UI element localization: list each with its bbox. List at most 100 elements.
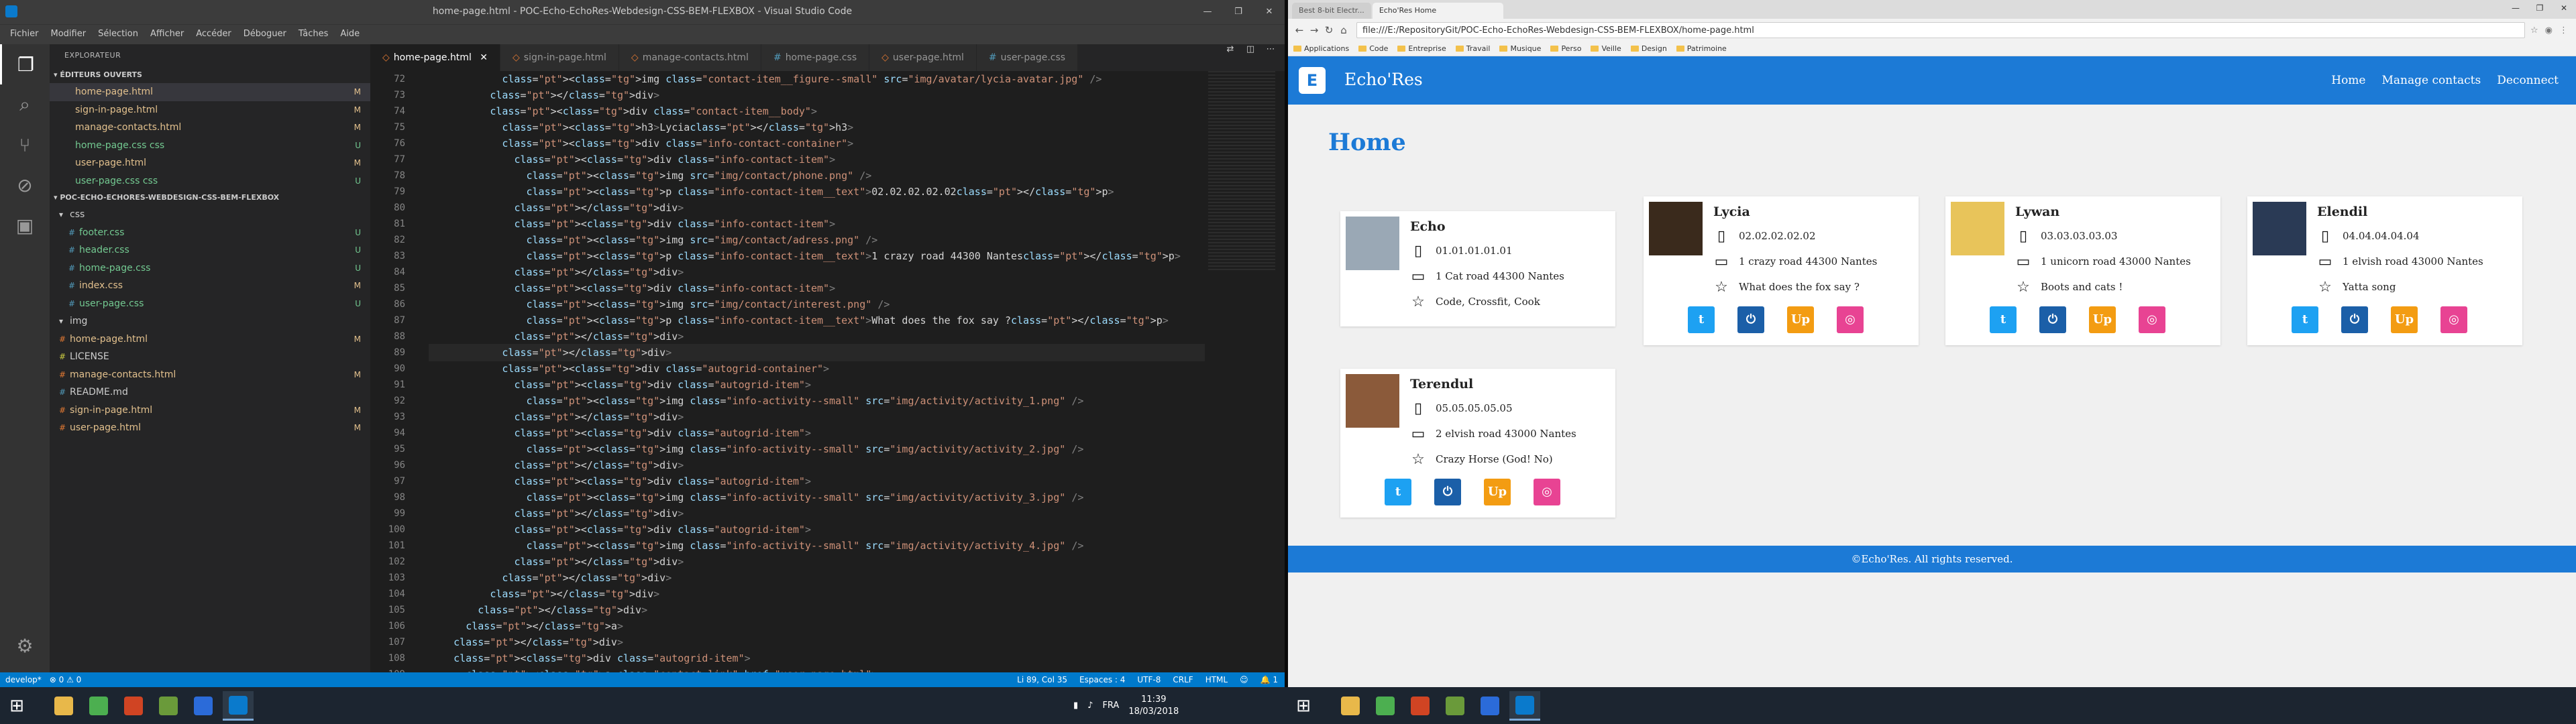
minimize-button[interactable]: — (1192, 0, 1223, 24)
code-line[interactable]: class="pt"><class="tg">div class="autogr… (429, 425, 1204, 441)
compare-icon[interactable]: ⇄ (1220, 44, 1240, 71)
explorer-icon[interactable]: ❐ (0, 44, 50, 84)
code-line[interactable]: class="pt"><class="tg">h3>Lyciaclass="pt… (429, 119, 1204, 135)
maps-icon[interactable] (1474, 691, 1505, 721)
contact-card[interactable]: Echo ▯ 01.01.01.01.01 ▭ 1 Cat road 44300 Nan… (1340, 211, 1615, 326)
source-control-icon[interactable]: ⑂ (0, 125, 50, 165)
code-line[interactable]: class="pt"><class="tg">img class="info-a… (429, 489, 1204, 505)
status-right-item[interactable]: 🔔 1 (1260, 672, 1278, 687)
site-brand[interactable]: Echo'Res (1344, 70, 1423, 89)
code-line[interactable]: class="pt"></class="tg">div> (429, 505, 1204, 522)
instagram-icon[interactable]: ◎ (1534, 479, 1560, 505)
status-left-item[interactable]: ⊗ 0 ⚠ 0 (50, 672, 82, 687)
start-icon[interactable]: ⊞ (1288, 691, 1319, 721)
more-icon[interactable]: ⋯ (1260, 44, 1281, 71)
status-left-item[interactable]: develop* (5, 672, 42, 687)
code-line[interactable]: class="pt"></class="tg">div> (429, 570, 1204, 586)
file-explorer-icon[interactable] (48, 691, 79, 721)
code-line[interactable]: class="pt"><class="tg">div class="contac… (429, 103, 1204, 119)
bookmark-item[interactable]: Entreprise (1397, 44, 1446, 53)
code-line[interactable]: class="pt"></class="tg">div> (429, 457, 1204, 473)
minimize-button[interactable]: — (2504, 0, 2528, 16)
forward-icon[interactable]: → (1307, 24, 1322, 36)
up-icon[interactable]: Up (2089, 306, 2116, 333)
tree-item[interactable]: # footer.css U (50, 224, 370, 242)
code-line[interactable]: class="pt"></class="tg">div> (429, 264, 1204, 280)
power-icon[interactable]: ⏻ (1434, 479, 1461, 505)
extension-icon[interactable]: ◉ (2545, 25, 2553, 36)
code-editor[interactable]: 72 73 74 75 76 77 78 79 80 81 82 83 84 85 86 87 88 89 90 91… (370, 71, 1285, 680)
tree-item[interactable]: # header.css U (50, 241, 370, 259)
menu-item[interactable]: Déboguer (237, 25, 292, 44)
tree-item[interactable]: # home-page.html M (50, 330, 370, 349)
code-line[interactable]: class="pt"></class="tg">div> (429, 602, 1204, 618)
open-editor-item[interactable]: user-page.html M (50, 154, 370, 172)
contact-card[interactable]: Lywan ▯ 03.03.03.03.03 ▭ 1 unicorn road 4300… (1945, 196, 2220, 345)
code-line[interactable]: class="pt"></class="tg">div> (429, 200, 1204, 216)
code-line[interactable]: class="pt"><class="tg">img src="img/cont… (429, 232, 1204, 248)
vscode-icon[interactable] (223, 691, 254, 721)
code-line[interactable]: class="pt"><class="tg">img class="info-a… (429, 393, 1204, 409)
minecraft-icon[interactable] (153, 691, 184, 721)
split-editor-icon[interactable]: ◫ (1240, 44, 1260, 71)
code-line[interactable]: class="pt"><class="tg">div class="info-c… (429, 152, 1204, 168)
maps-icon[interactable] (188, 691, 219, 721)
status-right-item[interactable]: Li 89, Col 35 (1017, 672, 1067, 687)
minecraft-icon[interactable] (1440, 691, 1470, 721)
tree-item[interactable]: # sign-in-page.html M (50, 402, 370, 420)
contact-card[interactable]: Elendil ▯ 04.04.04.04.04 ▭ 1 elvish road 430… (2247, 196, 2522, 345)
code-line[interactable]: class="pt"></class="tg">div> (429, 87, 1204, 103)
code-line[interactable]: class="pt"><class="tg">img class="contac… (429, 71, 1204, 87)
up-icon[interactable]: Up (1484, 479, 1511, 505)
tree-item[interactable]: # user-page.html M (50, 419, 370, 437)
tree-item[interactable]: # LICENSE (50, 348, 370, 366)
tree-item[interactable]: ▾ img (50, 312, 370, 330)
code-line[interactable]: class="pt"></class="tg">div> (429, 586, 1204, 602)
browser-tab[interactable]: Best 8-bit Electr... (1292, 3, 1371, 19)
status-right-item[interactable]: HTML (1205, 672, 1228, 687)
open-editor-item[interactable]: home-page.css css U (50, 137, 370, 155)
instagram-icon[interactable]: ◎ (2440, 306, 2467, 333)
menu-item[interactable]: Fichier (4, 25, 45, 44)
star-icon[interactable]: ☆ (2530, 25, 2538, 36)
clock[interactable]: 11:39 18/03/2018 (1128, 694, 1179, 718)
code-line[interactable]: class="pt"></class="tg">div> (429, 328, 1204, 345)
contact-card[interactable]: Lycia ▯ 02.02.02.02.02 ▭ 1 crazy road 44300 … (1644, 196, 1919, 345)
instagram-icon[interactable]: ◎ (2139, 306, 2165, 333)
chrome-icon[interactable] (83, 691, 114, 721)
code-line[interactable]: class="pt"></class="tg">div> (429, 344, 1205, 361)
start-icon[interactable]: ⊞ (1, 691, 32, 721)
open-editor-item[interactable]: sign-in-page.html M (50, 101, 370, 119)
close-button[interactable]: ✕ (2552, 0, 2576, 16)
open-editor-item[interactable]: user-page.css css U (50, 172, 370, 190)
power-icon[interactable]: ⏻ (2341, 306, 2368, 333)
code-line[interactable]: class="pt"><class="tg">img src="img/cont… (429, 168, 1204, 184)
menu-item[interactable]: Sélection (92, 25, 144, 44)
home-icon[interactable]: ⌂ (1336, 24, 1351, 36)
bookmark-item[interactable]: Perso (1550, 44, 1581, 53)
bookmark-item[interactable]: Applications (1293, 44, 1349, 53)
code-line[interactable]: class="pt"></class="tg">div> (429, 634, 1204, 650)
code-line[interactable]: class="pt"></class="tg">div> (429, 409, 1204, 425)
open-editor-item[interactable]: manage-contacts.html M (50, 119, 370, 137)
menu-item[interactable]: Tâches (292, 25, 335, 44)
minimap[interactable] (1208, 71, 1275, 272)
code-line[interactable]: class="pt"><class="tg">div class="autogr… (429, 473, 1204, 489)
code-line[interactable]: class="pt"><class="tg">div class="info-c… (429, 135, 1204, 152)
powerpoint-icon[interactable] (118, 691, 149, 721)
project-header[interactable]: ▾ POC-ECHO-ECHORES-WEBDESIGN-CSS-BEM-FLE… (50, 190, 370, 206)
debug-icon[interactable]: ⊘ (0, 165, 50, 205)
tree-item[interactable]: # index.css M (50, 277, 370, 295)
code-line[interactable]: class="pt"><class="tg">div class="autogr… (429, 650, 1204, 666)
tree-item[interactable]: ▾ css (50, 206, 370, 224)
menu-icon[interactable]: ⋮ (2559, 25, 2568, 36)
reload-icon[interactable]: ↻ (1322, 24, 1336, 36)
gear-icon[interactable]: ⚙ (0, 625, 50, 666)
code-line[interactable]: class="pt"><class="tg">p class="info-con… (429, 312, 1204, 328)
browser-tab-active[interactable]: Echo'Res Home (1372, 3, 1504, 19)
code-line[interactable]: class="pt"><class="tg">p class="info-con… (429, 248, 1204, 264)
code-line[interactable]: class="pt"><class="tg">div class="info-c… (429, 216, 1204, 232)
tab-user-page-html[interactable]: ◇ user-page.html (869, 44, 977, 71)
extensions-icon[interactable]: ▣ (0, 205, 50, 245)
nav-home[interactable]: Home (2331, 74, 2365, 87)
